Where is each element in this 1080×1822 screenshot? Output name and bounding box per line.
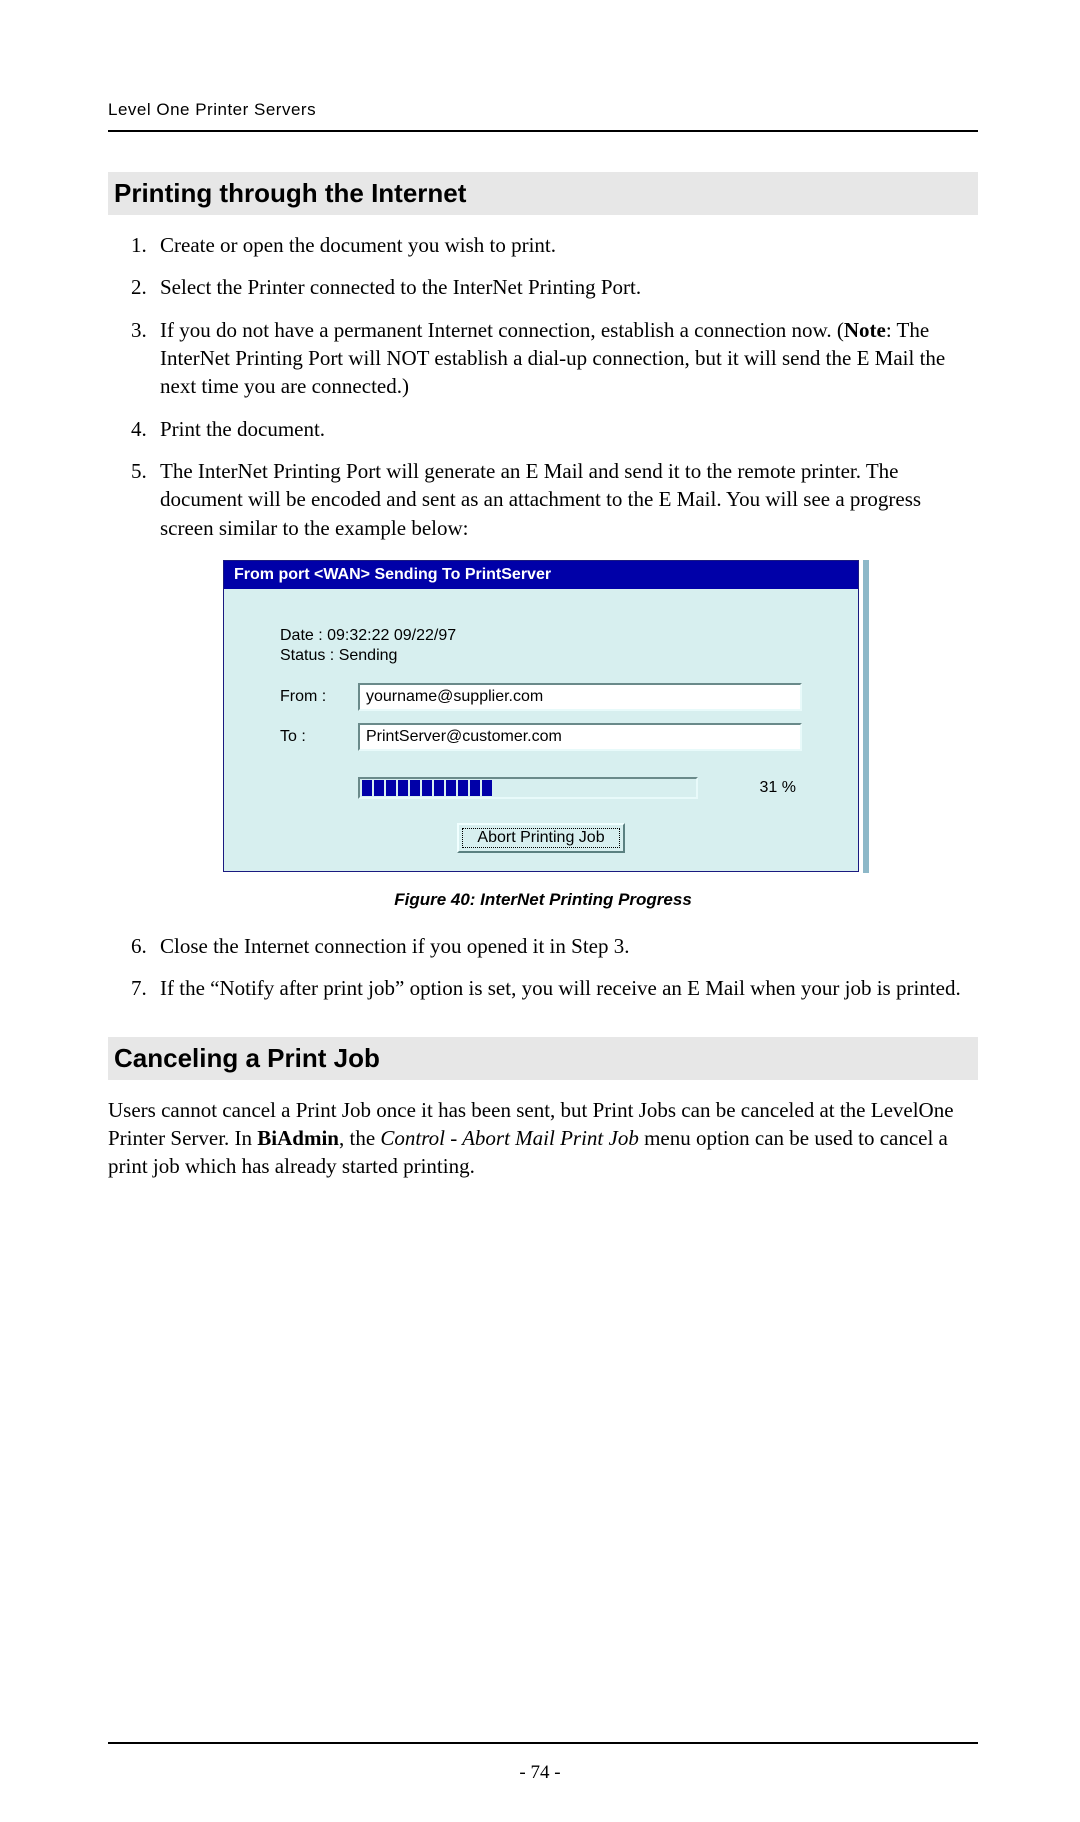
canceling-paragraph: Users cannot cancel a Print Job once it … (108, 1096, 978, 1181)
para-bold: BiAdmin (257, 1126, 339, 1150)
section-title-printing: Printing through the Internet (108, 172, 978, 215)
status-line: Status : Sending (280, 647, 802, 665)
dialog-title-bar: From port <WAN> Sending To PrintServer (224, 561, 858, 589)
from-row: From : yourname@supplier.com (280, 683, 802, 711)
dialog-body: Date : 09:32:22 09/22/97 Status : Sendin… (224, 589, 858, 853)
step-item: Close the Internet connection if you ope… (152, 932, 978, 960)
abort-button[interactable]: Abort Printing Job (457, 823, 624, 853)
step-item: Print the document. (152, 415, 978, 443)
step-item: If the “Notify after print job” option i… (152, 974, 978, 1002)
figure-caption: Figure 40: InterNet Printing Progress (223, 890, 863, 910)
step-item: The InterNet Printing Port will generate… (152, 457, 978, 542)
rule-bottom (108, 1742, 978, 1744)
progress-dialog: From port <WAN> Sending To PrintServer D… (223, 560, 859, 872)
page-number: - 74 - (0, 1762, 1080, 1784)
document-page: Level One Printer Servers Printing throu… (0, 0, 1080, 1822)
steps-list-b: Close the Internet connection if you ope… (108, 932, 978, 1003)
progress-percent: 31 % (760, 779, 802, 797)
note-bold: Note (844, 318, 886, 342)
progress-segments (362, 780, 492, 796)
step-item: Select the Printer connected to the Inte… (152, 273, 978, 301)
from-label: From : (280, 688, 358, 706)
step-text: If you do not have a permanent Internet … (160, 318, 844, 342)
section-canceling: Canceling a Print Job Users cannot cance… (108, 1037, 978, 1181)
to-row: To : PrintServer@customer.com (280, 723, 802, 751)
to-label: To : (280, 728, 358, 746)
progress-row: 31 % (280, 777, 802, 799)
to-field[interactable]: PrintServer@customer.com (358, 723, 802, 751)
abort-row: Abort Printing Job (280, 823, 802, 853)
rule-top (108, 130, 978, 132)
dialog-shadow: From port <WAN> Sending To PrintServer D… (223, 560, 863, 872)
progress-bar (358, 777, 698, 799)
date-line: Date : 09:32:22 09/22/97 (280, 627, 802, 645)
section-title-canceling: Canceling a Print Job (108, 1037, 978, 1080)
running-head: Level One Printer Servers (108, 100, 978, 120)
step-item: Create or open the document you wish to … (152, 231, 978, 259)
steps-list-a: Create or open the document you wish to … (108, 231, 978, 542)
step-item: If you do not have a permanent Internet … (152, 316, 978, 401)
figure-wrap: From port <WAN> Sending To PrintServer D… (223, 560, 863, 910)
para-italic: Control - Abort Mail Print Job (380, 1126, 638, 1150)
from-field[interactable]: yourname@supplier.com (358, 683, 802, 711)
para-text: , the (339, 1126, 380, 1150)
